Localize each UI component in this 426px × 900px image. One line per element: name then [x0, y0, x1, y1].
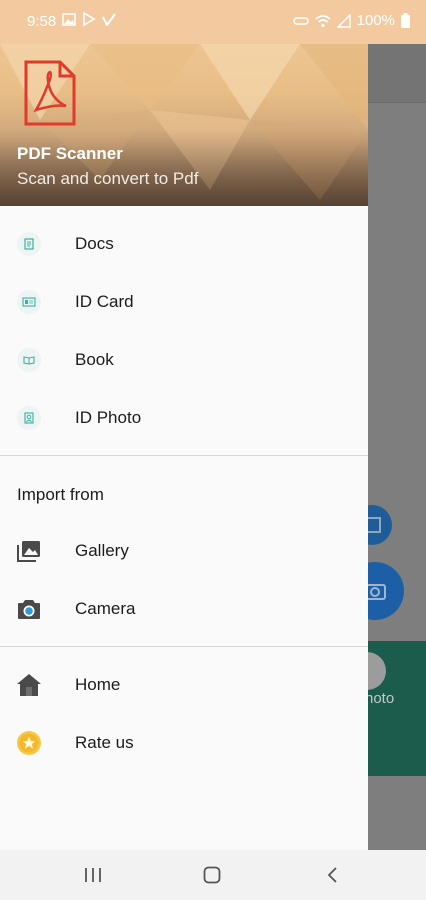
- menu-item-docs[interactable]: Docs: [0, 215, 368, 273]
- menu-item-label: Camera: [75, 599, 136, 618]
- status-bar: 9:58 100%: [0, 0, 426, 44]
- gallery-icon: [16, 538, 42, 564]
- system-navigation-bar: [0, 850, 426, 900]
- play-store-notification-icon: [83, 12, 96, 26]
- app-subtitle: Scan and convert to Pdf: [17, 169, 199, 188]
- vpn-key-icon: [292, 16, 309, 25]
- app-name: PDF Scanner: [17, 144, 123, 163]
- back-button[interactable]: [317, 862, 347, 888]
- divider: [0, 455, 368, 456]
- menu-item-rate-us[interactable]: Rate us: [0, 714, 368, 772]
- id-card-icon: [16, 289, 42, 315]
- navigation-drawer: PDF Scanner Scan and convert to Pdf Docs…: [0, 0, 368, 850]
- menu-item-label: ID Photo: [75, 408, 142, 427]
- camera-icon: [16, 596, 42, 622]
- gallery-notification-icon: [62, 12, 76, 26]
- wifi-icon: [315, 14, 331, 27]
- import-section-title: Import from: [17, 485, 104, 504]
- background-card-text: hoto: [365, 690, 395, 707]
- menu-item-book[interactable]: Book: [0, 331, 368, 389]
- menu-item-id-photo[interactable]: ID Photo: [0, 389, 368, 447]
- recent-apps-button[interactable]: [78, 862, 108, 888]
- recent-apps-icon: [85, 868, 101, 882]
- menu-item-label: Book: [75, 350, 114, 369]
- menu-item-home[interactable]: Home: [0, 656, 368, 714]
- book-icon: [16, 347, 42, 373]
- menu-item-label: ID Card: [75, 292, 134, 311]
- menu-item-label: Docs: [75, 234, 114, 253]
- check-notification-icon: [102, 12, 116, 26]
- id-photo-icon: [16, 405, 42, 431]
- menu-item-label: Rate us: [75, 733, 134, 752]
- divider: [0, 646, 368, 647]
- menu-item-id-card[interactable]: ID Card: [0, 273, 368, 331]
- home-icon: [16, 672, 42, 698]
- home-nav-icon: [203, 866, 221, 884]
- home-nav-button[interactable]: [197, 862, 227, 888]
- signal-icon: [336, 13, 351, 28]
- docs-icon: [16, 231, 42, 257]
- pdf-logo-icon: [24, 60, 76, 126]
- back-icon: [327, 867, 337, 883]
- battery-text: 100%: [356, 12, 395, 29]
- menu-item-label: Gallery: [75, 541, 129, 560]
- menu-item-camera[interactable]: Camera: [0, 580, 368, 638]
- menu-item-label: Home: [75, 675, 121, 694]
- menu-item-gallery[interactable]: Gallery: [0, 522, 368, 580]
- star-icon: [16, 730, 42, 756]
- status-time: 9:58: [27, 13, 57, 30]
- battery-icon: [401, 13, 410, 28]
